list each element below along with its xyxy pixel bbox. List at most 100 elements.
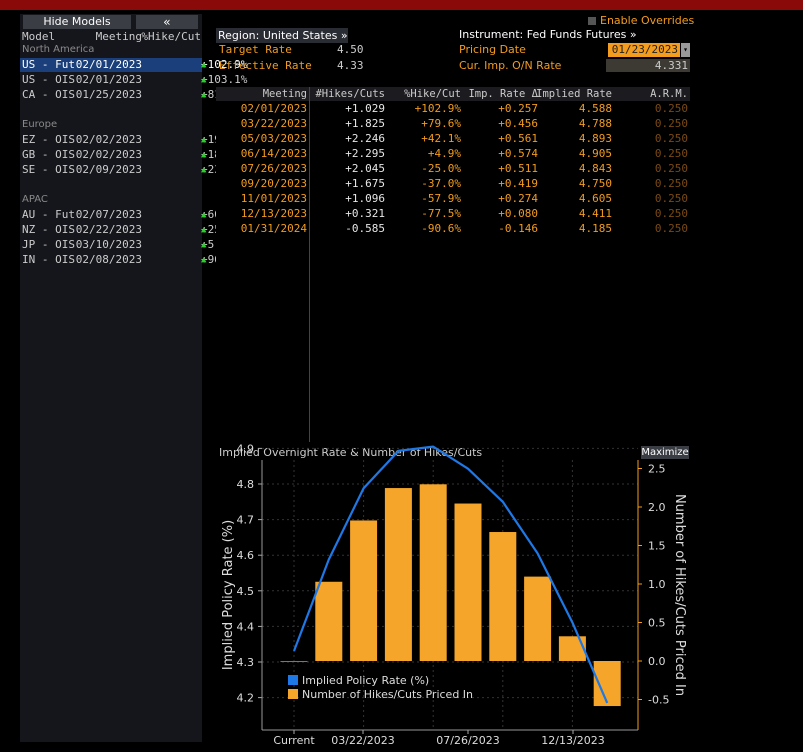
collapse-panel-button[interactable]: « [136,15,198,29]
model-row[interactable]: CA - OIS01/25/2023+81.6%▲ [20,88,241,102]
chart-title: Implied Overnight Rate & Number of Hikes… [219,446,483,459]
row-imp-rate: +0.257 [498,102,538,115]
meetings-table: Meeting #Hikes/Cuts %Hike/Cut Imp. Rate … [216,87,690,442]
y-tick-label: 4.4 [237,620,255,633]
row-arm: 0.250 [654,102,688,115]
checkbox-icon[interactable] [588,17,596,25]
th-arm[interactable]: A.R.M. [650,88,688,100]
row-meeting: 01/31/2024 [240,222,307,235]
col-pct-header: %Hike/Cut [141,30,201,43]
row-arm: 0.250 [654,207,688,220]
model-row[interactable]: IN - OIS02/08/2023+96.8%▲ [20,253,241,267]
th-meeting[interactable]: Meeting [263,88,307,100]
up-arrow-icon: ▲ [201,60,207,70]
table-row[interactable]: 01/31/2024 -0.585 -90.6% -0.146 4.185 0.250 [216,222,690,237]
row-pct: +102.9% [414,102,461,115]
model-name: AU - Fut [22,208,75,221]
model-name: NZ - OIS [22,223,75,236]
enable-overrides-checkbox[interactable]: Enable Overrides [588,14,694,27]
row-hikes: +2.246 [345,132,385,145]
row-imp-rate: -0.146 [498,222,538,235]
row-meeting: 07/26/2023 [240,162,307,175]
y-axis-title: Implied Policy Rate (%) [221,520,236,670]
up-arrow-icon: ▲ [201,90,207,100]
instrument-selector[interactable]: Instrument: Fed Funds Futures » [459,28,637,41]
table-row[interactable]: 05/03/2023 +2.246 +42.1% +0.561 4.893 0.250 [216,132,690,147]
row-implied-rate: 4.750 [578,177,612,190]
x-tick-label: 07/26/2023 [436,734,499,747]
model-row[interactable]: NZ - OIS02/22/2023+253.7%▲ [20,223,247,237]
row-imp-rate: +0.574 [498,147,538,160]
row-implied-rate: 4.411 [578,207,612,220]
model-meeting: 02/02/2023 [75,133,142,146]
target-rate-value: 4.50 [337,43,364,56]
bar-11-01-2023 [524,576,552,661]
row-pct: -37.0% [421,177,461,190]
enable-overrides-label: Enable Overrides [600,14,695,27]
table-row[interactable]: 09/20/2023 +1.675 -37.0% +0.419 4.750 0.250 [216,177,690,192]
y2-tick-label: 1.0 [648,578,666,591]
row-hikes: +1.029 [345,102,385,115]
row-pct: +79.6% [421,117,461,130]
row-imp-rate: +0.511 [498,162,538,175]
effective-rate-label: Effective Rate [219,59,312,72]
row-pct: -90.6% [421,222,461,235]
y2-axis-title: Number of Hikes/Cuts Priced In [672,494,687,696]
table-row[interactable]: 06/14/2023 +2.295 +4.9% +0.574 4.905 0.250 [216,147,690,162]
model-meeting: 02/09/2023 [75,163,142,176]
model-row[interactable]: SE - OIS02/09/2023+233.7%▲ [20,163,247,177]
th-implied-rate[interactable]: Implied Rate [536,88,612,100]
model-meeting: 01/25/2023 [75,88,142,101]
bar-01-31-2024 [593,661,621,707]
table-row[interactable]: 07/26/2023 +2.045 -25.0% +0.511 4.843 0.250 [216,162,690,177]
row-imp-rate: +0.561 [498,132,538,145]
model-name: EZ - OIS [22,133,75,146]
y-tick-label: 4.7 [237,514,255,527]
bar-06-14-2023 [419,484,447,661]
table-header: Meeting #Hikes/Cuts %Hike/Cut Imp. Rate … [216,87,690,101]
legend-label-hikes: Number of Hikes/Cuts Priced In [302,688,473,701]
calendar-icon[interactable]: ▾ [681,43,690,57]
model-name: SE - OIS [22,163,75,176]
y-tick-label: 4.5 [237,585,255,598]
row-imp-rate: +0.274 [498,192,538,205]
region-heading: APAC [22,194,48,205]
y2-tick-label: 2.5 [648,463,666,476]
row-implied-rate: 4.185 [578,222,612,235]
model-row[interactable]: JP - OIS03/10/2023+5.6%▲ [20,238,234,252]
model-row[interactable]: US - OIS 02/01/2023 +103.1% ▲ [20,73,247,87]
model-name: US - OIS [22,73,75,86]
table-row[interactable]: 12/13/2023 +0.321 -77.5% +0.080 4.411 0.250 [216,207,690,222]
model-name: US - Fut [22,58,75,71]
model-row[interactable]: EZ - OIS02/02/2023+196.8%▲ [20,133,247,147]
table-row[interactable]: 11/01/2023 +1.096 -57.9% +0.274 4.605 0.250 [216,192,690,207]
row-hikes: -0.585 [345,222,385,235]
table-row[interactable]: 03/22/2023 +1.825 +79.6% +0.456 4.788 0.250 [216,117,690,132]
top-accent-bar [0,0,803,10]
model-row[interactable]: US - Fut 02/01/2023 +102.9% ▲ [20,58,247,72]
model-row[interactable]: GB - OIS02/02/2023+183.0%▲ [20,148,247,162]
bar-current [280,661,308,662]
hide-models-button[interactable]: Hide Models [23,15,131,29]
up-arrow-icon: ▲ [201,255,207,265]
model-meeting: 02/08/2023 [75,253,142,266]
model-meeting: 03/10/2023 [75,238,142,251]
pricing-date-input[interactable]: 01/23/2023 [608,43,680,57]
model-row[interactable]: AU - Fut02/07/2023+60.0%▲ [20,208,241,222]
up-arrow-icon: ▲ [201,75,207,85]
y2-tick-label: 2.0 [648,501,666,514]
row-hikes: +0.321 [345,207,385,220]
cur-imp-rate-input[interactable]: 4.331 [606,59,690,72]
row-meeting: 06/14/2023 [240,147,307,160]
row-implied-rate: 4.588 [578,102,612,115]
region-selector[interactable]: Region: United States » [216,28,348,43]
table-row[interactable]: 02/01/2023 +1.029 +102.9% +0.257 4.588 0.250 [216,102,690,117]
x-tick-label: 12/13/2023 [541,734,604,747]
th-imp-rate[interactable]: Imp. Rate Δ [468,88,538,100]
bar-09-20-2023 [489,532,517,661]
th-hikes[interactable]: #Hikes/Cuts [315,88,385,100]
y-tick-label: 4.6 [237,549,255,562]
th-pct[interactable]: %Hike/Cut [404,88,461,100]
model-name: JP - OIS [22,238,75,251]
maximize-button[interactable]: Maximize [641,446,689,459]
